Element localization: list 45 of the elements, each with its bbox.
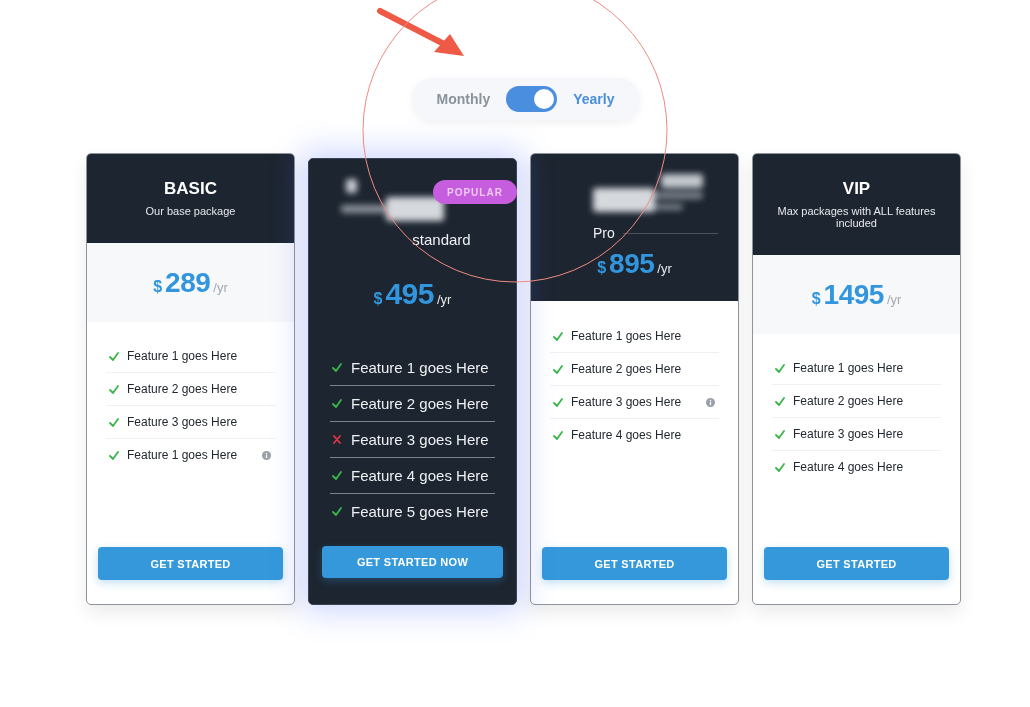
feature-label: Feature 3 goes Here xyxy=(351,431,489,448)
price-amount: 495 xyxy=(385,276,434,312)
plan-subtitle: Max packages with ALL features included xyxy=(776,205,937,229)
get-started-button[interactable]: GET STARTED xyxy=(542,547,727,580)
feature-label: Feature 2 goes Here xyxy=(351,395,489,412)
currency-symbol: $ xyxy=(153,277,163,296)
feature-label: Feature 4 goes Here xyxy=(351,467,489,484)
billing-option[interactable]: Monthly xyxy=(436,91,491,107)
feature-label: Feature 4 goes Here xyxy=(571,428,682,442)
popular-badge: POPULAR xyxy=(433,180,517,204)
plan-subtitle: standard xyxy=(412,231,471,249)
feature-label: Feature 2 goes Here xyxy=(571,362,682,376)
price-period: /yr xyxy=(213,279,228,295)
price-period: /yr xyxy=(886,291,902,307)
feature-label: Feature 1 goes Here xyxy=(127,448,238,462)
currency-symbol: $ xyxy=(597,259,607,277)
price-amount: 289 xyxy=(165,266,211,299)
info-icon[interactable] xyxy=(706,397,715,407)
feature-label: Feature 2 goes Here xyxy=(127,382,238,396)
price-period: /yr xyxy=(437,292,452,307)
get-started-button[interactable]: GET STARTED xyxy=(98,547,283,580)
billing-option[interactable]: Yearly xyxy=(573,91,615,107)
get-started-button[interactable]: GET STARTED NOW xyxy=(322,546,503,578)
feature-label: Feature 1 goes Here xyxy=(351,359,489,376)
billing-switch[interactable] xyxy=(506,86,558,112)
currency-symbol: $ xyxy=(811,289,821,308)
feature-label: Feature 5 goes Here xyxy=(351,503,489,520)
feature-label: Feature 3 goes Here xyxy=(571,395,682,409)
price-amount: 895 xyxy=(609,248,655,280)
feature-label: Feature 4 goes Here xyxy=(793,460,904,474)
feature-label: Feature 1 goes Here xyxy=(127,349,238,363)
feature-label: Feature 3 goes Here xyxy=(127,415,238,429)
plan-title: BASIC xyxy=(163,178,218,200)
get-started-button[interactable]: GET STARTED xyxy=(764,547,949,580)
currency-symbol: $ xyxy=(373,290,383,308)
plan-subtitle: Our base package xyxy=(144,205,237,217)
feature-label: Feature 1 goes Here xyxy=(571,329,682,343)
feature-label: Feature 3 goes Here xyxy=(793,427,904,441)
price-amount: 1495 xyxy=(823,278,884,311)
plan-title: VIP xyxy=(841,178,872,200)
feature-label: Feature 2 goes Here xyxy=(793,394,904,408)
price-period: /yr xyxy=(657,261,672,276)
feature-label: Feature 1 goes Here xyxy=(793,361,904,375)
plan-subtitle: Pro xyxy=(593,224,615,242)
info-icon[interactable] xyxy=(262,450,271,460)
